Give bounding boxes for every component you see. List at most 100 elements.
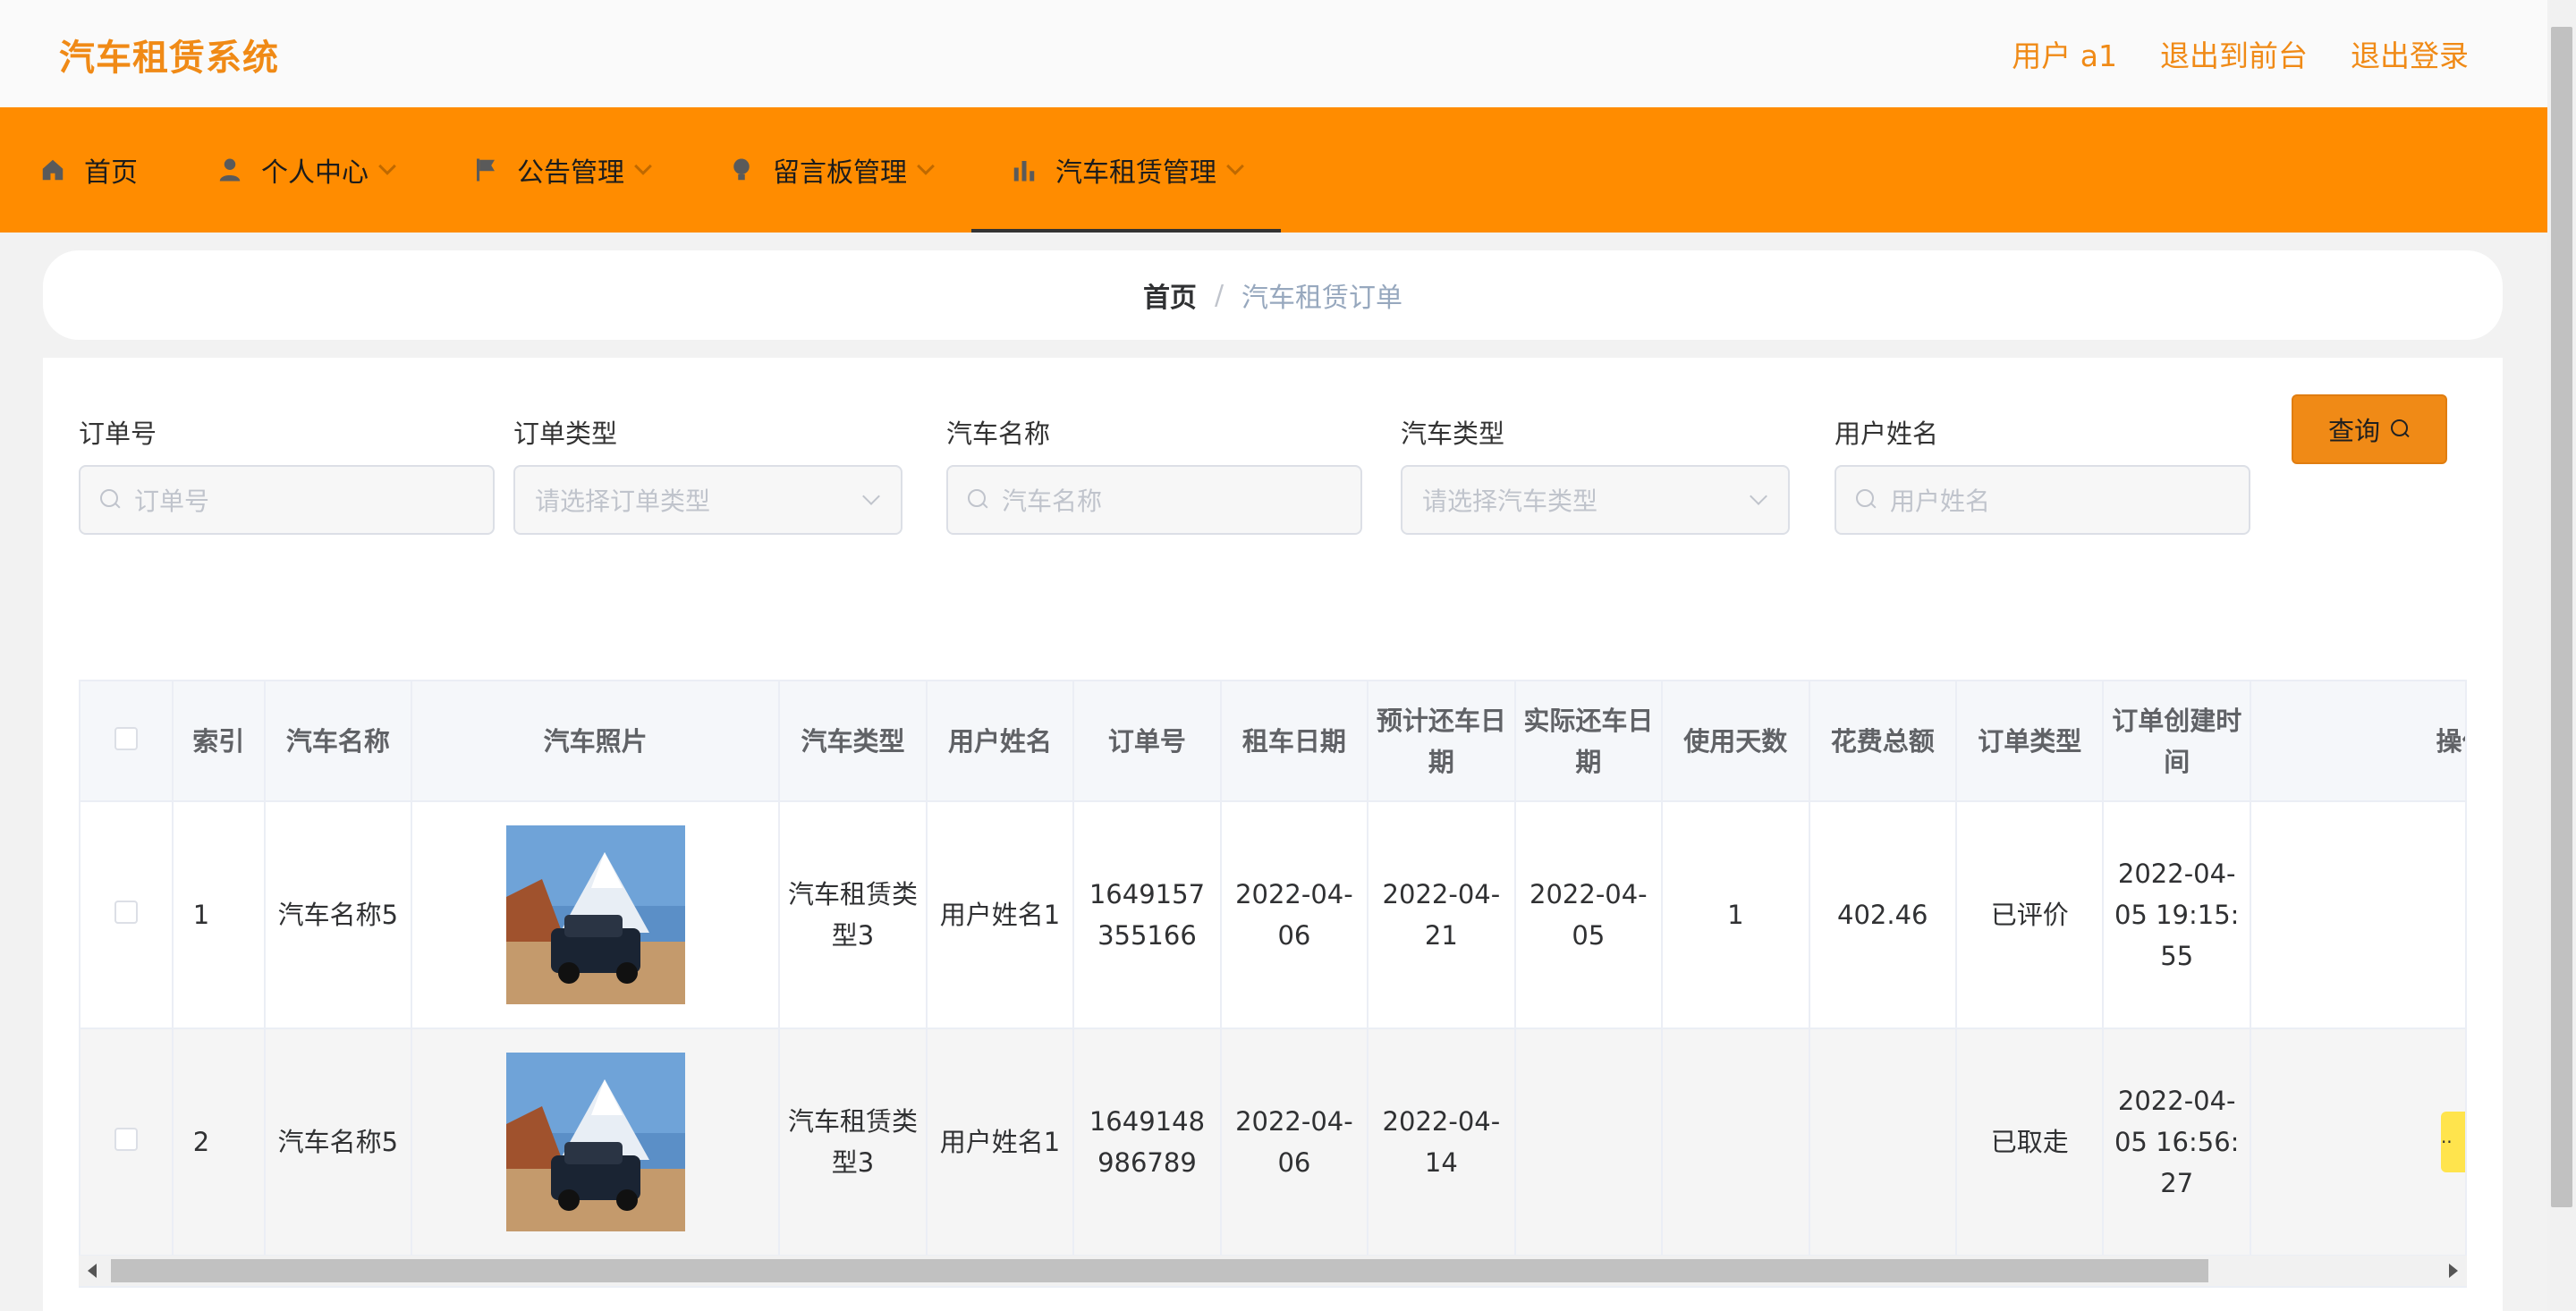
car-type-select[interactable]: 请选择汽车类型 xyxy=(1401,465,1790,535)
scroll-left-icon[interactable] xyxy=(88,1264,97,1278)
car-type-label: 汽车类型 xyxy=(1401,419,1505,449)
query-button-label: 查询 xyxy=(2327,416,2380,446)
rent-date-cell: 2022-04-06 xyxy=(1220,1028,1369,1256)
expected-return-cell: 2022-04-14 xyxy=(1368,1028,1516,1256)
order-no-cell: 1649157355166 xyxy=(1073,801,1222,1029)
header-links: 用户 a1 退出到前台 退出登录 xyxy=(2012,32,2469,75)
total-cell xyxy=(1809,1028,1958,1256)
days-cell xyxy=(1662,1028,1810,1256)
actual-return-cell xyxy=(1514,1028,1664,1256)
search-icon xyxy=(968,489,989,511)
column-header: 操作 xyxy=(2250,681,2465,802)
car-name-cell: 汽车名称5 xyxy=(264,801,413,1029)
created-cell: 2022-04-05 16:56:27 xyxy=(2103,1028,2251,1256)
scroll-right-icon[interactable] xyxy=(2449,1264,2458,1278)
car-name-placeholder: 汽车名称 xyxy=(1002,486,1103,516)
column-header: 汽车类型 xyxy=(779,681,928,802)
row-select-cell[interactable] xyxy=(80,801,174,1029)
app-title: 汽车租赁系统 xyxy=(59,38,279,79)
order-no-placeholder: 订单号 xyxy=(134,486,210,516)
row-select-cell[interactable] xyxy=(80,1028,174,1256)
row-checkbox[interactable] xyxy=(114,901,138,924)
search-icon xyxy=(100,489,122,511)
vertical-scrollbar-thumb[interactable] xyxy=(2551,27,2572,1207)
nav-label-announcements: 公告管理 xyxy=(517,157,624,189)
column-header: 花费总额 xyxy=(1809,681,1958,802)
column-header: 租车日期 xyxy=(1220,681,1369,802)
order-no-cell: 1649148986789 xyxy=(1073,1028,1222,1256)
chevron-down-icon xyxy=(634,157,652,175)
horizontal-scrollbar-thumb[interactable] xyxy=(111,1259,2208,1282)
column-header: 汽车照片 xyxy=(411,681,781,802)
main-nav: 首页 个人中心 公告管理 留言板管理 汽车租赁管理 xyxy=(0,107,2547,233)
column-header: 用户姓名 xyxy=(926,681,1075,802)
user-name-input[interactable]: 用户姓名 xyxy=(1835,465,2250,535)
column-header: 使用天数 xyxy=(1662,681,1810,802)
user-name-label: 用户姓名 xyxy=(1835,419,1939,449)
column-header: 索引 xyxy=(172,681,266,802)
order-no-label: 订单号 xyxy=(79,419,157,449)
chevron-down-icon xyxy=(1226,157,1244,175)
car-name-label: 汽车名称 xyxy=(946,419,1051,449)
operation-button[interactable]: ·· xyxy=(2440,1112,2465,1172)
orders-table: 索引 汽车名称 汽车照片 汽车类型 用户姓名 订单号 租车日期 预计还车日期 实… xyxy=(79,680,2467,1288)
logout-link[interactable]: 退出登录 xyxy=(2351,32,2469,75)
user-icon xyxy=(219,158,241,182)
nav-label-personal-center: 个人中心 xyxy=(261,157,369,189)
actual-return-cell: 2022-04-05 xyxy=(1514,801,1664,1029)
row-checkbox[interactable] xyxy=(114,1128,138,1151)
nav-item-announcements[interactable]: 公告管理 xyxy=(433,107,689,233)
top-header: 汽车租赁系统 用户 a1 退出到前台 退出登录 xyxy=(0,0,2547,107)
user-name-cell: 用户姓名1 xyxy=(926,1028,1075,1256)
created-cell: 2022-04-05 19:15:55 xyxy=(2103,801,2251,1029)
back-to-front-link[interactable]: 退出到前台 xyxy=(2160,32,2308,75)
order-type-select[interactable]: 请选择订单类型 xyxy=(513,465,902,535)
flag-icon xyxy=(477,158,495,182)
search-icon xyxy=(1856,489,1877,511)
select-all-cell[interactable] xyxy=(80,681,174,802)
order-type-placeholder: 请选择订单类型 xyxy=(535,486,711,516)
car-name-cell: 汽车名称5 xyxy=(264,1028,413,1256)
operations-cell: ·· xyxy=(2250,801,2465,1029)
chevron-down-icon xyxy=(1750,487,1767,505)
order-type-cell: 已取走 xyxy=(1956,1028,2105,1256)
total-cell: 402.46 xyxy=(1809,801,1958,1029)
expected-return-cell: 2022-04-21 xyxy=(1368,801,1516,1029)
search-icon xyxy=(2391,419,2411,439)
index-cell: 2 xyxy=(172,1028,266,1256)
index-cell: 1 xyxy=(172,801,266,1029)
car-name-input[interactable]: 汽车名称 xyxy=(946,465,1362,535)
nav-item-message-board[interactable]: 留言板管理 xyxy=(689,107,971,233)
rent-date-cell: 2022-04-06 xyxy=(1220,801,1369,1029)
car-type-placeholder: 请选择汽车类型 xyxy=(1422,486,1598,516)
order-type-label: 订单类型 xyxy=(513,419,618,449)
nav-label-message-board: 留言板管理 xyxy=(773,157,907,189)
vertical-scrollbar[interactable] xyxy=(2547,0,2576,1311)
chevron-down-icon xyxy=(917,157,935,175)
breadcrumb: 首页 / 汽车租赁订单 xyxy=(43,250,2503,340)
chart-icon xyxy=(1013,161,1035,182)
horizontal-scrollbar[interactable] xyxy=(79,1256,2467,1286)
user-label[interactable]: 用户 a1 xyxy=(2012,32,2117,75)
car-photo xyxy=(505,1053,685,1231)
nav-label-car-rental: 汽车租赁管理 xyxy=(1055,157,1216,189)
column-header: 汽车名称 xyxy=(264,681,413,802)
breadcrumb-current: 汽车租赁订单 xyxy=(1241,283,1403,314)
select-all-checkbox[interactable] xyxy=(114,726,138,750)
nav-item-car-rental[interactable]: 汽车租赁管理 xyxy=(971,107,1281,233)
car-photo-cell xyxy=(411,801,781,1029)
car-type-cell: 汽车租赁类型3 xyxy=(779,801,928,1029)
days-cell: 1 xyxy=(1662,801,1810,1029)
home-icon xyxy=(42,159,64,181)
breadcrumb-separator: / xyxy=(1214,279,1224,311)
order-type-cell: 已评价 xyxy=(1956,801,2105,1029)
breadcrumb-home[interactable]: 首页 xyxy=(1143,275,1197,315)
query-button[interactable]: 查询 xyxy=(2292,394,2447,464)
nav-label-home: 首页 xyxy=(84,157,138,189)
nav-item-personal-center[interactable]: 个人中心 xyxy=(177,107,433,233)
car-photo-cell xyxy=(411,1028,781,1256)
bulb-icon xyxy=(733,158,750,181)
column-header: 实际还车日期 xyxy=(1514,681,1664,802)
order-no-input[interactable]: 订单号 xyxy=(79,465,495,535)
nav-item-home[interactable]: 首页 xyxy=(0,107,177,233)
